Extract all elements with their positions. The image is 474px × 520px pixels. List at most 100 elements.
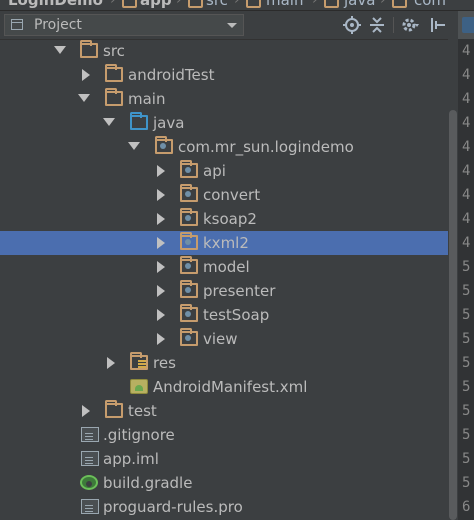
editor-tab-stub[interactable]	[458, 11, 474, 39]
line-number: 5	[462, 379, 471, 395]
dropdown-arrow-icon[interactable]	[227, 23, 237, 28]
collapse-arrow-icon[interactable]	[157, 333, 165, 345]
tree-row-src[interactable]: src	[0, 39, 448, 63]
tree-row-res[interactable]: res	[0, 351, 448, 375]
folder-icon	[392, 0, 407, 8]
tree-row-view[interactable]: view	[0, 327, 448, 351]
tree-row-package-root[interactable]: com.mr_sun.logindemo	[0, 135, 448, 159]
tree-label: src	[103, 42, 125, 60]
package-icon	[180, 280, 198, 298]
breadcrumb-main[interactable]: main	[266, 0, 303, 9]
tree-label: main	[128, 90, 166, 108]
package-icon	[155, 136, 173, 154]
folder-icon	[122, 0, 137, 8]
tree-label: com.mr_sun.logindemo	[178, 138, 354, 156]
tree-row-ksoap2[interactable]: ksoap2	[0, 207, 448, 231]
line-number: 5	[462, 355, 471, 371]
line-number: 5	[462, 427, 471, 443]
tree-row-manifest[interactable]: AndroidManifest.xml	[0, 375, 448, 399]
expand-arrow-icon[interactable]	[78, 94, 90, 102]
collapse-arrow-icon[interactable]	[82, 405, 90, 417]
breadcrumb-project[interactable]: LoginDemo	[8, 0, 103, 9]
tree-row-main[interactable]: main	[0, 87, 448, 111]
tree-label: convert	[203, 186, 261, 204]
tree-row-test[interactable]: test	[0, 399, 448, 423]
tree-row-java[interactable]: java	[0, 111, 448, 135]
tree-row-convert[interactable]: convert	[0, 183, 448, 207]
line-number: 5	[462, 307, 471, 323]
collapse-arrow-icon[interactable]	[157, 189, 165, 201]
line-number: 5	[462, 331, 471, 347]
tree-row-gitignore[interactable]: .gitignore	[0, 423, 448, 447]
collapse-arrow-icon[interactable]	[157, 237, 165, 249]
tree-scrollbar-thumb[interactable]	[449, 110, 457, 520]
line-number: 4	[462, 43, 471, 59]
line-number: 4	[462, 235, 471, 251]
tree-label: testSoap	[203, 306, 270, 324]
tree-row-androidtest[interactable]: androidTest	[0, 63, 448, 87]
line-number: 5	[462, 451, 471, 467]
tree-label: java	[153, 114, 185, 132]
line-number: 4	[462, 91, 471, 107]
tree-row-testsoap[interactable]: testSoap	[0, 303, 448, 327]
collapse-arrow-icon[interactable]	[157, 261, 165, 273]
expand-arrow-icon[interactable]	[103, 118, 115, 126]
collapse-arrow-icon[interactable]	[82, 69, 90, 81]
settings-icon[interactable]	[400, 15, 420, 35]
collapse-arrow-icon[interactable]	[157, 213, 165, 225]
folder-icon	[105, 64, 123, 82]
tree-label: view	[203, 330, 238, 348]
tree-row-api[interactable]: api	[0, 159, 448, 183]
line-number: 5	[462, 283, 471, 299]
tree-label: ksoap2	[203, 210, 257, 228]
breadcrumb-com[interactable]: com	[414, 0, 446, 9]
editor-tab-marker	[462, 17, 474, 33]
tree-label: app.iml	[103, 450, 159, 468]
tree-row-proguard[interactable]: proguard-rules.pro	[0, 495, 448, 519]
tree-label: androidTest	[128, 66, 215, 84]
breadcrumb-separator: ›	[234, 0, 240, 8]
line-number: 4	[462, 187, 471, 203]
folder-icon	[105, 88, 123, 106]
tree-row-model[interactable]: model	[0, 255, 448, 279]
breadcrumb-separator: ›	[312, 0, 318, 8]
collapse-arrow-icon[interactable]	[157, 285, 165, 297]
tree-label: test	[128, 402, 157, 420]
breadcrumb-separator: ›	[380, 0, 386, 8]
collapse-all-icon[interactable]	[367, 15, 387, 35]
source-folder-icon	[130, 112, 148, 130]
project-tree: src androidTest main java com.mr_sun.log…	[0, 39, 448, 520]
folder-icon	[105, 400, 123, 418]
tree-label: presenter	[203, 282, 276, 300]
tree-row-kxml2[interactable]: kxml2	[0, 231, 448, 255]
expand-arrow-icon[interactable]	[128, 142, 140, 150]
collapse-arrow-icon[interactable]	[157, 165, 165, 177]
project-view-selector[interactable]: Project	[4, 14, 244, 36]
gradle-icon	[80, 475, 98, 490]
tree-label: api	[203, 162, 226, 180]
line-number: 4	[462, 163, 471, 179]
package-icon	[180, 256, 198, 274]
tree-label: build.gradle	[103, 474, 193, 492]
breadcrumb-java[interactable]: java	[344, 0, 375, 9]
navigation-breadcrumb: LoginDemo › app › src › main › java › co…	[0, 0, 474, 11]
breadcrumb-app[interactable]: app	[140, 0, 172, 9]
collapse-arrow-icon[interactable]	[107, 357, 115, 369]
tree-label: kxml2	[203, 234, 249, 252]
editor-line-gutter: 4 4 4 4 4 4 4 4 4 5 5 5 5 5 5 5 5 5 5 6	[458, 39, 474, 520]
package-icon	[180, 304, 198, 322]
breadcrumb-separator: ›	[110, 0, 116, 8]
breadcrumb-src[interactable]: src	[206, 0, 228, 9]
tree-row-build-gradle[interactable]: build.gradle	[0, 471, 448, 495]
expand-arrow-icon[interactable]	[54, 46, 66, 54]
folder-icon	[188, 0, 203, 8]
line-number: 4	[462, 139, 471, 155]
collapse-arrow-icon[interactable]	[157, 309, 165, 321]
resource-folder-icon	[130, 352, 148, 370]
hide-panel-icon[interactable]	[428, 15, 448, 35]
tree-row-presenter[interactable]: presenter	[0, 279, 448, 303]
target-icon[interactable]	[342, 15, 362, 35]
line-number: 4	[462, 67, 471, 83]
line-number: 4	[462, 211, 471, 227]
tree-row-app-iml[interactable]: app.iml	[0, 447, 448, 471]
